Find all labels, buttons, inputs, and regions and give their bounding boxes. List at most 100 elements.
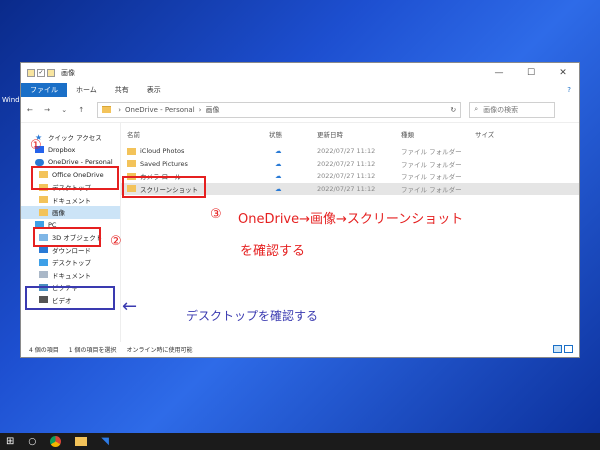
sidebar-item-label: 3D オブジェクト — [52, 234, 103, 243]
chrome-icon[interactable] — [50, 436, 62, 447]
computer-icon — [35, 221, 44, 229]
breadcrumb-separator: › — [118, 105, 122, 114]
sidebar-item-3d-objects[interactable]: 3D オブジェクト — [21, 231, 120, 244]
file-row[interactable]: スクリーンショット ☁ 2022/07/27 11:12 ファイル フォルダー — [121, 182, 579, 195]
help-icon[interactable]: ? — [567, 83, 579, 97]
annotation-instruction-line2: を確認する — [240, 244, 306, 259]
tab-file[interactable]: ファイル — [21, 83, 67, 97]
folder-icon — [39, 183, 48, 191]
sidebar-item-label: デスクトップ — [52, 184, 91, 193]
ribbon-tabs: ファイル ホーム 共有 表示 ? — [21, 83, 579, 97]
nav-buttons: ← → ⌄ ↑ — [27, 106, 93, 114]
start-button-windows-icon[interactable]: ⊞ — [6, 436, 14, 447]
sidebar-item-images[interactable]: 画像 — [21, 206, 120, 219]
availability-status: オンライン時に使用可能 — [126, 346, 193, 354]
file-date: 2022/07/27 11:12 — [317, 147, 376, 156]
file-name: iCloud Photos — [140, 147, 185, 156]
sidebar-item-onedrive-documents[interactable]: ドキュメント — [21, 194, 120, 207]
new-folder-icon[interactable] — [47, 69, 55, 77]
sidebar-item-pc-desktop[interactable]: デスクトップ — [21, 256, 120, 269]
sidebar-item-label: ピクチャ — [52, 284, 78, 293]
title-bar: ✓ 画像 — ☐ ✕ — [21, 63, 579, 83]
file-type: ファイル フォルダー — [401, 160, 462, 169]
sidebar-item-pc-documents[interactable]: ドキュメント — [21, 269, 120, 282]
sidebar-item-label: ドキュメント — [52, 271, 91, 280]
sidebar-item-pc[interactable]: PC — [21, 219, 120, 232]
properties-icon[interactable]: ✓ — [37, 69, 45, 77]
visual-studio-code-icon[interactable]: ◥ — [101, 436, 109, 447]
folder-icon — [39, 196, 48, 204]
cloud-status-icon: ☁ — [275, 184, 282, 193]
up-arrow-icon[interactable]: ↑ — [78, 106, 84, 114]
column-name[interactable]: 名前 — [121, 129, 269, 139]
tab-view[interactable]: 表示 — [138, 83, 170, 97]
folder-icon — [39, 171, 48, 179]
folder-icon — [127, 160, 136, 168]
file-type: ファイル フォルダー — [401, 148, 462, 157]
refresh-icon[interactable]: ↻ — [450, 106, 456, 114]
file-name: Saved Pictures — [140, 159, 188, 168]
file-type: ファイル フォルダー — [401, 185, 462, 194]
maximize-button[interactable]: ☐ — [515, 68, 547, 78]
column-date[interactable]: 更新日時 — [317, 129, 401, 139]
cloud-status-icon: ☁ — [275, 147, 282, 156]
breadcrumb-separator: › — [198, 105, 202, 114]
recent-locations-chevron-icon[interactable]: ⌄ — [61, 106, 67, 114]
cloud-status-icon: ☁ — [275, 172, 282, 181]
sidebar-item-downloads[interactable]: ダウンロード — [21, 244, 120, 257]
annotation-number-1: ① — [30, 138, 42, 153]
close-button[interactable]: ✕ — [547, 68, 579, 78]
column-headers: 名前 状態 更新日時 種類 サイズ — [121, 127, 579, 141]
sidebar-item-onedrive-desktop[interactable]: デスクトップ — [21, 181, 120, 194]
sidebar-item-pictures[interactable]: ピクチャ — [21, 281, 120, 294]
search-icon[interactable]: ○ — [28, 437, 36, 447]
sidebar-item-onedrive[interactable]: OneDrive - Personal — [21, 156, 120, 169]
large-icons-view-icon[interactable] — [564, 345, 573, 353]
sidebar-item-label: Dropbox — [48, 145, 76, 154]
details-view-icon[interactable] — [553, 345, 562, 353]
sidebar-item-label: ビデオ — [52, 296, 72, 305]
breadcrumb-images[interactable]: 画像 — [205, 105, 219, 115]
tab-share[interactable]: 共有 — [106, 83, 138, 97]
status-bar: 4 個の項目 1 個の項目を選択 オンライン時に使用可能 — [21, 342, 579, 356]
annotation-number-2: ② — [110, 234, 122, 249]
sidebar-item-label: ドキュメント — [52, 196, 91, 205]
item-count: 4 個の項目 — [29, 346, 59, 354]
picture-icon — [39, 283, 48, 291]
file-row[interactable]: Saved Pictures ☁ 2022/07/27 11:12 ファイル フ… — [121, 158, 579, 171]
sidebar-item-label: デスクトップ — [52, 259, 91, 268]
sidebar-item-office-onedrive[interactable]: Office OneDrive — [21, 169, 120, 182]
file-row[interactable]: iCloud Photos ☁ 2022/07/27 11:12 ファイル フォ… — [121, 145, 579, 158]
cloud-status-icon: ☁ — [275, 159, 282, 168]
annotation-instruction-line1: OneDrive→画像→スクリーンショット — [238, 212, 464, 227]
sidebar-item-label: OneDrive - Personal — [48, 158, 113, 167]
sidebar-item-videos[interactable]: ビデオ — [21, 294, 120, 307]
column-status[interactable]: 状態 — [269, 129, 317, 139]
document-icon — [39, 271, 48, 279]
sidebar-item-label: Office OneDrive — [52, 170, 104, 179]
column-type[interactable]: 種類 — [401, 129, 475, 139]
file-explorer-icon[interactable] — [75, 437, 88, 446]
breadcrumb-onedrive[interactable]: OneDrive - Personal — [125, 106, 195, 114]
cube-icon — [39, 233, 48, 241]
folder-icon — [127, 147, 136, 155]
navigation-pane: ★ クイック アクセス Dropbox OneDrive - Personal O… — [21, 123, 121, 342]
back-arrow-icon[interactable]: ← — [27, 106, 33, 114]
annotation-number-3: ③ — [210, 207, 222, 222]
file-date: 2022/07/27 11:12 — [317, 172, 376, 181]
sidebar-item-label: ダウンロード — [52, 246, 91, 255]
file-row[interactable]: カメラ ロール ☁ 2022/07/27 11:12 ファイル フォルダー — [121, 170, 579, 183]
file-name: カメラ ロール — [140, 173, 182, 182]
search-icon: ⌕ — [474, 105, 479, 113]
forward-arrow-icon[interactable]: → — [44, 106, 50, 114]
address-bar[interactable]: › OneDrive - Personal › 画像 ↻ — [97, 101, 462, 118]
window-title: 画像 — [61, 69, 75, 77]
file-date: 2022/07/27 11:12 — [317, 159, 376, 168]
tab-home[interactable]: ホーム — [67, 83, 106, 97]
folder-icon[interactable] — [27, 69, 35, 77]
sidebar-item-label: PC — [48, 220, 57, 229]
search-box[interactable]: ⌕ 画像の検索 — [469, 101, 556, 118]
minimize-button[interactable]: — — [483, 68, 515, 78]
address-row: ← → ⌄ ↑ › OneDrive - Personal › 画像 ↻ ⌕ 画… — [21, 97, 579, 123]
column-size[interactable]: サイズ — [475, 129, 515, 139]
